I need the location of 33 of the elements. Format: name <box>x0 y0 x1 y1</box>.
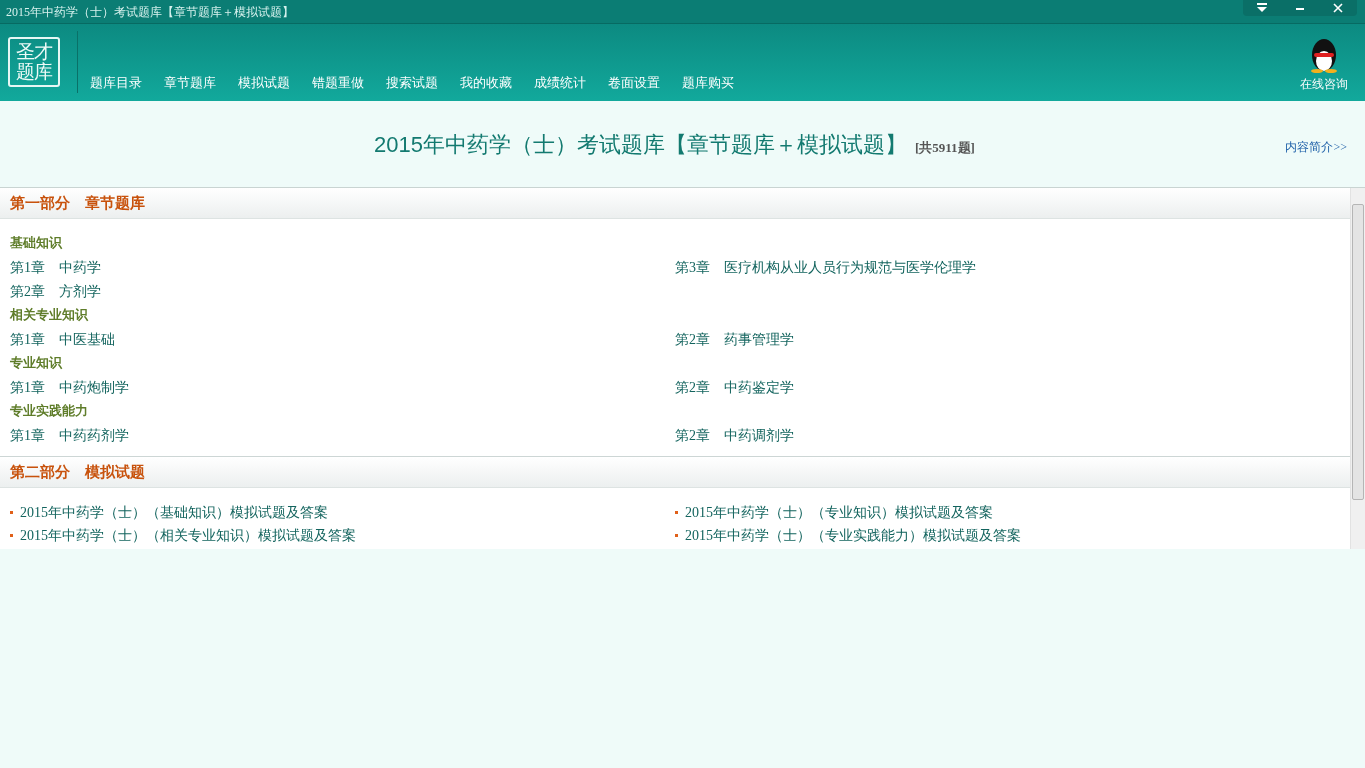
chapter-link[interactable]: 第2章 中药调剂学 <box>675 428 794 443</box>
window-title: 2015年中药学（士）考试题库【章节题库＋模拟试题】 <box>6 3 294 21</box>
chapter-link[interactable]: 第2章 中药鉴定学 <box>675 380 794 395</box>
chapter-link[interactable]: 第3章 医疗机构从业人员行为规范与医学伦理学 <box>675 260 976 275</box>
test-link[interactable]: 2015年中药学（士）（专业知识）模拟试题及答案 <box>685 502 993 523</box>
group-title: 专业知识 <box>9 354 63 372</box>
section-title: 第一部分 章节题库 <box>10 193 145 213</box>
group-title: 专业实践能力 <box>9 402 89 420</box>
logo-text: 圣才 <box>16 42 52 62</box>
chapter-link[interactable]: 第2章 药事管理学 <box>675 332 794 347</box>
bullet-icon <box>675 511 678 514</box>
intro-link[interactable]: 内容简介>> <box>1285 138 1347 156</box>
test-link[interactable]: 2015年中药学（士）（相关专业知识）模拟试题及答案 <box>20 525 356 546</box>
chapter-link[interactable]: 第2章 方剂学 <box>10 284 101 299</box>
scrollbar[interactable] <box>1350 188 1365 549</box>
bullet-icon <box>10 534 13 537</box>
section-title: 第二部分 模拟试题 <box>10 462 145 482</box>
scrollbar-thumb[interactable] <box>1352 204 1364 500</box>
group-title: 相关专业知识 <box>9 306 89 324</box>
question-count: [共5911题] <box>914 138 975 157</box>
page-heading: 2015年中药学（士）考试题库【章节题库＋模拟试题】 <box>374 130 907 159</box>
close-icon <box>1333 3 1343 13</box>
caret-icon <box>1256 3 1268 13</box>
test-link[interactable]: 2015年中药学（士）（基础知识）模拟试题及答案 <box>20 502 328 523</box>
chapter-link[interactable]: 第1章 中药学 <box>10 260 101 275</box>
bullet-icon <box>675 534 678 537</box>
chapter-link[interactable]: 第1章 中医基础 <box>10 332 115 347</box>
chapter-link[interactable]: 第1章 中药药剂学 <box>10 428 129 443</box>
bullet-icon <box>10 511 13 514</box>
logo-text: 题库 <box>16 62 52 82</box>
test-link[interactable]: 2015年中药学（士）（专业实践能力）模拟试题及答案 <box>685 525 1021 546</box>
group-title: 基础知识 <box>9 234 63 252</box>
chapter-link[interactable]: 第1章 中药炮制学 <box>10 380 129 395</box>
